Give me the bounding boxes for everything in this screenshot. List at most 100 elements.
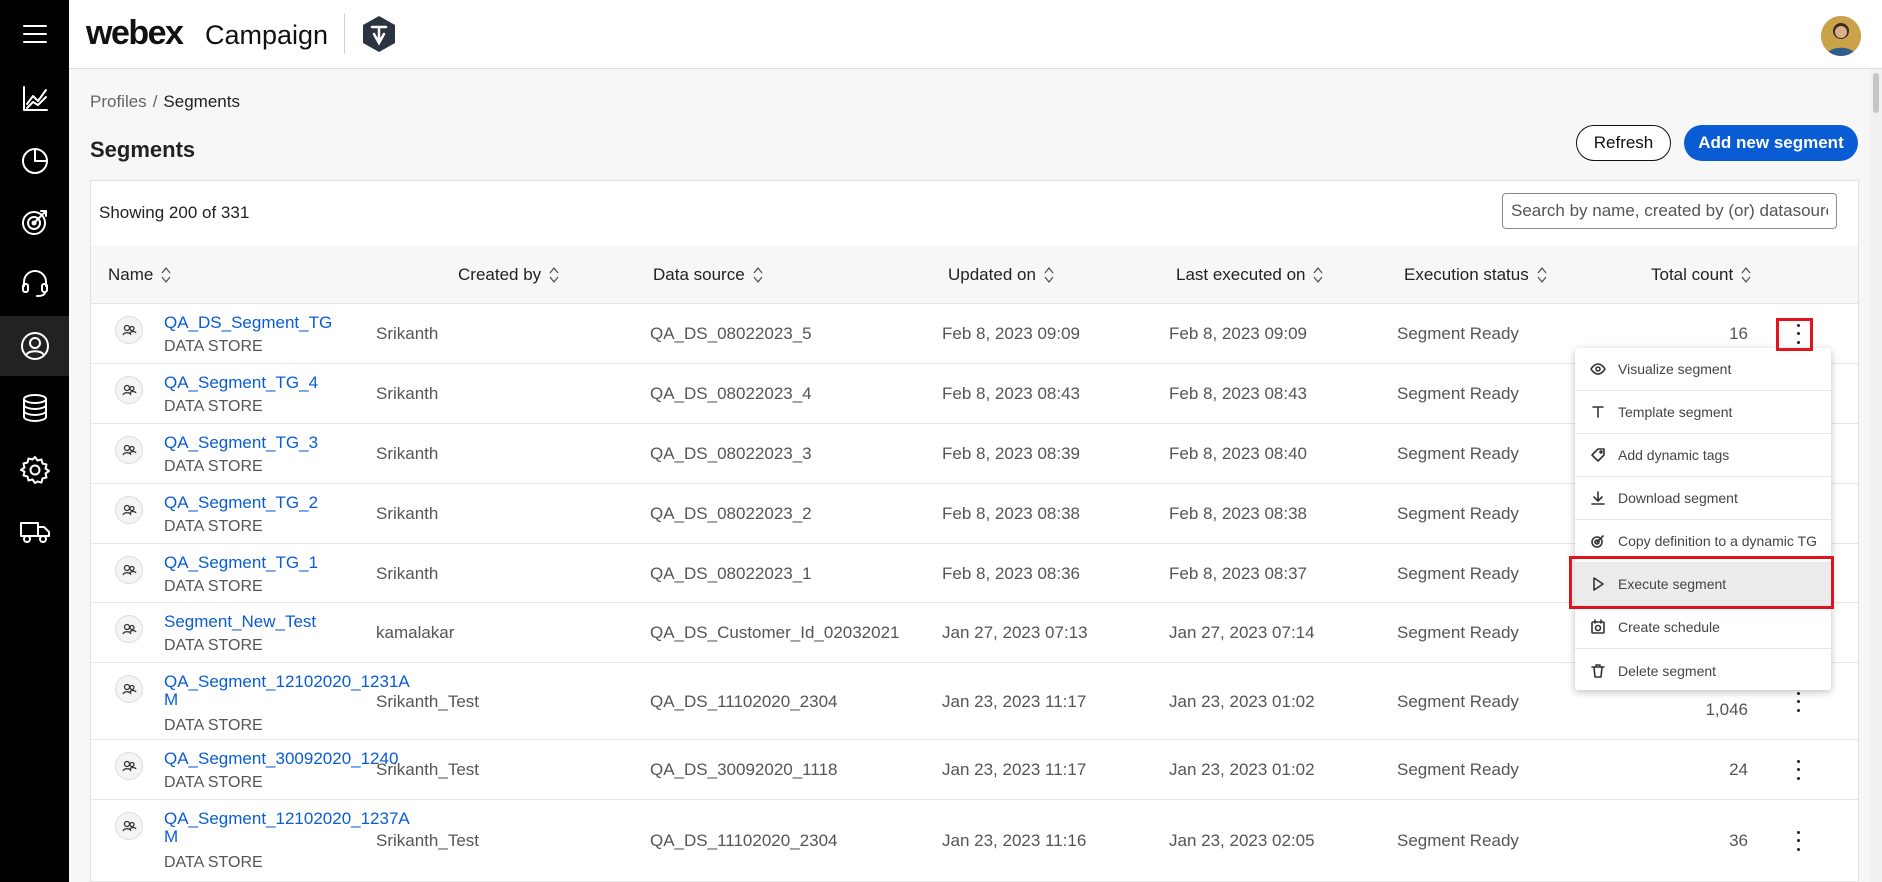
left-nav-rail [0,0,69,882]
table-header: Name Created by Data source Updated on L… [91,246,1858,304]
last-executed-cell: Jan 23, 2023 02:05 [1169,831,1315,850]
data-source-cell: QA_DS_11102020_2304 [650,692,838,711]
created-by-cell: kamalakar [376,623,455,642]
segment-type: DATA STORE [164,578,263,595]
target-icon [1589,532,1607,550]
segment-type: DATA STORE [164,518,263,535]
last-executed-cell: Jan 23, 2023 01:02 [1169,692,1315,711]
menu-item-download-segment[interactable]: Download segment [1575,477,1831,520]
created-by-cell: Srikanth [376,384,439,403]
column-label: Created by [458,265,542,284]
menu-item-delete-segment[interactable]: Delete segment [1575,649,1831,692]
brand-logo: webex [86,14,184,52]
column-header-name[interactable]: Name [108,246,171,304]
total-count-cell: 36 [1729,831,1748,850]
segment-context-menu: Visualize segment Template segment Add d… [1575,348,1831,690]
segment-icon [115,496,143,524]
column-header-last-executed-on[interactable]: Last executed on [1176,246,1323,304]
table-row: QA_Segment_12102020_1237AM DATA STORE Srik… [91,800,1858,882]
segment-icon [115,436,143,464]
search-input[interactable] [1502,193,1837,229]
menu-item-template-segment[interactable]: Template segment [1575,391,1831,434]
execution-status-cell: Segment Ready [1397,623,1519,642]
updated-on-cell: Feb 8, 2023 08:43 [942,384,1081,403]
execution-status-cell: Segment Ready [1397,760,1519,779]
execution-status-cell: Segment Ready [1397,564,1519,583]
total-count-cell: 24 [1729,760,1748,779]
breadcrumb-separator: / [152,92,158,111]
column-label: Data source [653,265,745,284]
segment-type: DATA STORE [164,338,263,355]
delivery-icon[interactable] [0,501,69,561]
last-executed-cell: Feb 8, 2023 08:43 [1169,384,1308,403]
updated-on-cell: Feb 8, 2023 08:38 [942,504,1081,523]
refresh-button[interactable]: Refresh [1576,125,1671,161]
segment-type: DATA STORE [164,854,263,871]
column-header-updated-on[interactable]: Updated on [948,246,1054,304]
segment-type: DATA STORE [164,637,263,654]
page-scrollbar[interactable] [1870,69,1882,882]
reports-icon[interactable] [0,130,69,190]
sort-icon [1313,266,1323,284]
segment-icon [115,752,143,780]
menu-item-label: Copy definition to a dynamic TG [1618,533,1817,549]
page-title: Segments [90,137,196,162]
row-actions-kebab-icon[interactable] [1791,757,1805,783]
data-source-cell: QA_DS_08022023_4 [650,384,812,403]
trash-icon [1589,662,1607,680]
breadcrumb-profiles-link[interactable]: Profiles [90,92,147,111]
menu-item-label: Create schedule [1618,619,1720,635]
updated-on-cell: Feb 8, 2023 08:39 [942,444,1081,463]
segment-icon [115,316,143,344]
settings-icon[interactable] [0,440,69,500]
sort-icon [1044,266,1054,284]
column-header-execution-status[interactable]: Execution status [1404,246,1547,304]
column-header-total-count[interactable]: Total count [1651,246,1751,304]
column-header-created-by[interactable]: Created by [458,246,559,304]
created-by-cell: Srikanth_Test [376,831,479,850]
execute-segment-highlight-box [1569,556,1834,609]
column-label: Name [108,265,154,284]
scrollbar-thumb[interactable] [1873,73,1879,113]
menu-icon[interactable] [0,4,69,64]
data-source-cell: QA_DS_Customer_Id_02032021 [650,623,900,642]
menu-item-label: Visualize segment [1618,361,1732,377]
add-new-segment-button[interactable]: Add new segment [1684,125,1858,161]
segment-type: DATA STORE [164,458,263,475]
created-by-cell: Srikanth_Test [376,692,479,711]
column-header-data-source[interactable]: Data source [653,246,763,304]
created-by-cell: Srikanth_Test [376,760,479,779]
updated-on-cell: Feb 8, 2023 08:36 [942,564,1081,583]
profiles-icon[interactable] [0,316,69,376]
created-by-cell: Srikanth [376,324,439,343]
data-source-cell: QA_DS_08022023_5 [650,324,812,343]
created-by-cell: Srikanth [376,504,439,523]
datastore-icon[interactable] [0,378,69,438]
segment-type: DATA STORE [164,774,263,791]
segment-icon [115,615,143,643]
total-count-cell: 1,046 [1705,700,1748,719]
segment-icon [115,675,143,703]
header-divider [344,14,345,54]
tag-icon [1589,446,1607,464]
segment-type: DATA STORE [164,717,263,734]
last-executed-cell: Feb 8, 2023 09:09 [1169,324,1308,343]
table-row: QA_Segment_30092020_1240 DATA STORE Srikan… [91,740,1858,800]
column-label: Last executed on [1176,265,1306,284]
campaigns-icon[interactable] [0,192,69,252]
execution-status-cell: Segment Ready [1397,324,1519,343]
menu-item-visualize-segment[interactable]: Visualize segment [1575,348,1831,391]
download-icon [1589,489,1607,507]
breadcrumb-current: Segments [163,92,240,111]
menu-item-create-schedule[interactable]: Create schedule [1575,606,1831,649]
segment-icon [115,376,143,404]
schedule-icon [1589,618,1607,636]
execution-status-cell: Segment Ready [1397,504,1519,523]
support-icon[interactable] [0,253,69,313]
analytics-icon[interactable] [0,69,69,129]
row-actions-kebab-icon[interactable] [1791,828,1805,854]
menu-item-add-dynamic-tags[interactable]: Add dynamic tags [1575,434,1831,477]
row-actions-kebab-icon[interactable] [1791,689,1805,715]
data-source-cell: QA_DS_11102020_2304 [650,831,838,850]
user-avatar[interactable] [1821,16,1861,56]
